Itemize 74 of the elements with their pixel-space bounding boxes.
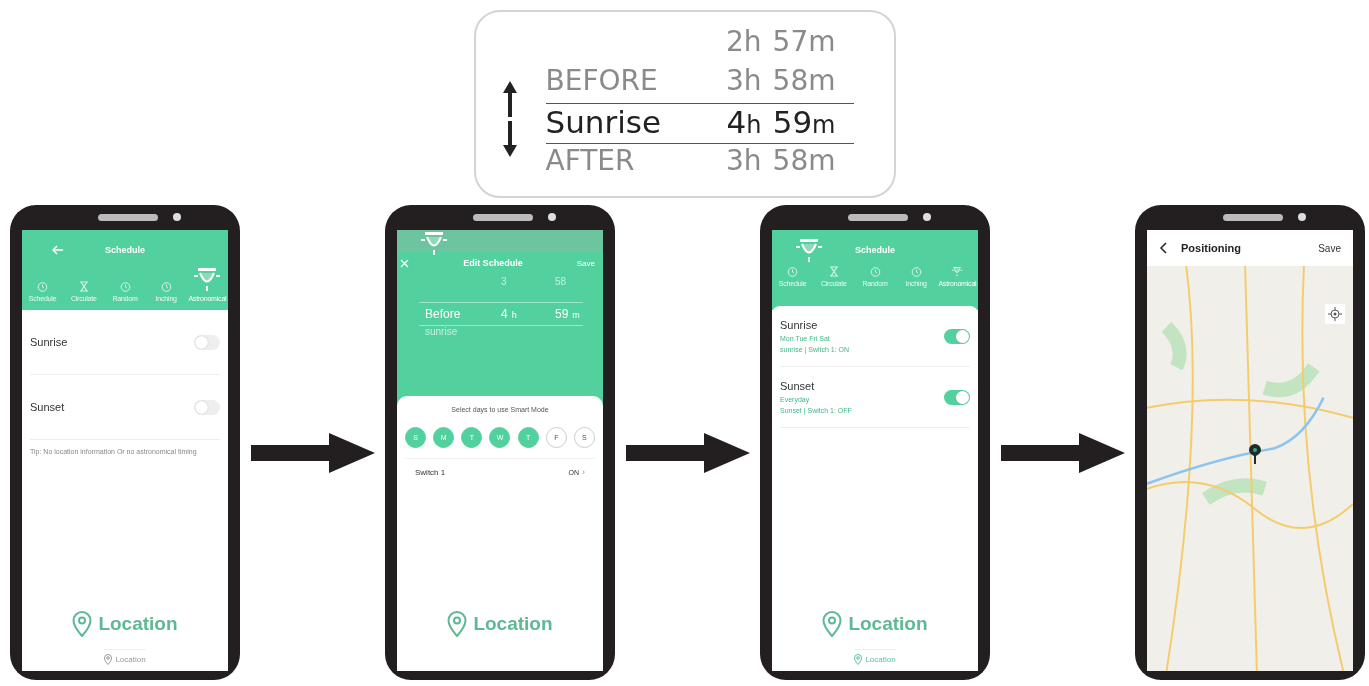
hours-value: 4 h bbox=[501, 307, 518, 321]
down-arrow-icon bbox=[501, 121, 518, 157]
lamp-icon bbox=[192, 266, 223, 292]
location-pin-icon bbox=[447, 611, 468, 637]
schedule-name: Sunset bbox=[30, 401, 65, 413]
clock-icon bbox=[787, 266, 799, 277]
camera-dot bbox=[548, 213, 556, 221]
schedule-name: Sunset bbox=[780, 380, 816, 392]
clock-icon bbox=[160, 281, 172, 292]
location-link[interactable]: Location bbox=[854, 649, 896, 665]
map-pin-icon bbox=[1249, 444, 1261, 464]
picker-label: Sunrise bbox=[545, 104, 663, 140]
minutes-value: 59 m bbox=[555, 307, 580, 321]
schedule-name: Sunrise bbox=[30, 336, 68, 348]
picker-label: sunrise bbox=[424, 326, 459, 337]
location-pin-icon bbox=[72, 611, 93, 637]
picker-label: AFTER bbox=[545, 144, 636, 177]
clock-icon bbox=[869, 266, 881, 277]
back-arrow-icon[interactable] bbox=[52, 245, 64, 255]
chevron-icon: › bbox=[582, 467, 585, 477]
toggle-switch[interactable] bbox=[194, 334, 220, 350]
picker-label: BEFORE bbox=[545, 64, 659, 97]
screen-title: Edit Schedule bbox=[463, 258, 523, 268]
right-arrow-icon bbox=[250, 432, 375, 473]
speaker-grille bbox=[1223, 214, 1283, 221]
hours-value: 4h bbox=[725, 104, 762, 140]
toggle-switch[interactable] bbox=[944, 389, 970, 405]
clock-icon bbox=[910, 266, 922, 277]
save-button[interactable]: Save bbox=[1318, 242, 1341, 254]
screen-title: Schedule bbox=[105, 245, 145, 255]
switch-label: Switch 1 bbox=[415, 467, 446, 477]
picker-label: Before bbox=[424, 307, 462, 321]
toggle-switch[interactable] bbox=[194, 399, 220, 415]
minutes-value: 58m bbox=[771, 64, 836, 97]
save-button[interactable]: Save bbox=[576, 258, 595, 268]
speaker-grille bbox=[473, 214, 533, 221]
location-label: Location bbox=[473, 613, 553, 635]
screen-title: Schedule bbox=[855, 245, 895, 255]
camera-dot bbox=[1298, 213, 1306, 221]
speaker-grille bbox=[848, 214, 908, 221]
hours-value: 2h bbox=[724, 25, 762, 58]
location-label: Location bbox=[98, 613, 178, 635]
right-arrow-icon bbox=[625, 432, 750, 473]
clock-icon bbox=[37, 281, 49, 292]
clock-icon bbox=[119, 281, 131, 292]
location-pin-icon bbox=[854, 654, 863, 665]
hours-value: 3h bbox=[724, 144, 762, 177]
minutes-value: 58 bbox=[555, 276, 567, 287]
speaker-grille bbox=[98, 214, 158, 221]
lamp-icon bbox=[951, 266, 964, 277]
camera-dot bbox=[923, 213, 931, 221]
screen-title: Positioning bbox=[1181, 242, 1241, 254]
minutes-value: 59m bbox=[771, 104, 836, 140]
minutes-value: 57m bbox=[771, 25, 836, 58]
toggle-switch[interactable] bbox=[944, 328, 970, 344]
lamp-icon bbox=[419, 230, 449, 256]
location-pin-icon bbox=[822, 611, 843, 637]
schedule-name: Sunrise bbox=[780, 319, 819, 331]
back-icon[interactable] bbox=[1159, 242, 1167, 254]
location-pin-icon bbox=[104, 654, 113, 665]
minutes-value: 58m bbox=[771, 144, 836, 177]
close-icon[interactable] bbox=[400, 258, 409, 268]
hours-value: 3h bbox=[724, 64, 762, 97]
hourglass-icon bbox=[78, 281, 89, 292]
up-arrow-icon bbox=[501, 81, 518, 117]
time-picker[interactable]: 3 58 Before 4 h 59 m sunrise bbox=[419, 276, 583, 352]
locate-button[interactable] bbox=[1325, 304, 1345, 324]
right-arrow-icon bbox=[1000, 432, 1125, 473]
hourglass-icon bbox=[828, 266, 839, 277]
lamp-icon bbox=[794, 237, 824, 263]
location-label: Location bbox=[848, 613, 928, 635]
location-link[interactable]: Location bbox=[104, 649, 146, 665]
hours-value: 3 bbox=[501, 276, 508, 287]
camera-dot bbox=[173, 213, 181, 221]
